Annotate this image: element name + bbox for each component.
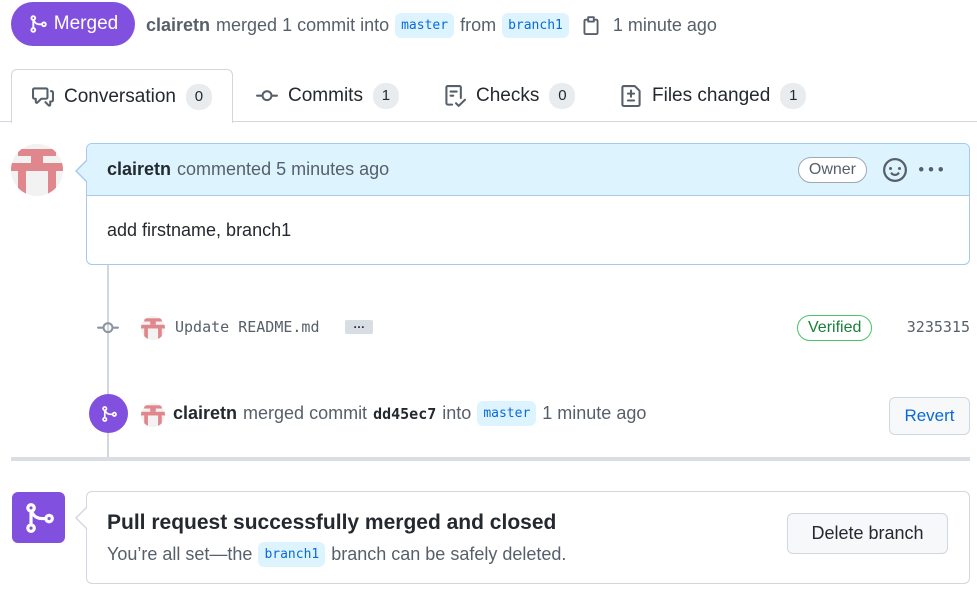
commit-sha-link[interactable]: 3235315	[907, 318, 970, 336]
identicon-avatar	[11, 144, 63, 196]
merge-author-avatar[interactable]	[141, 403, 165, 427]
merged-pointer-fill	[77, 508, 87, 528]
merge-text-1: merged commit	[243, 403, 368, 423]
base-branch-ref[interactable]: master	[395, 12, 455, 38]
state-label: Merged	[53, 13, 119, 34]
merge-event-row: clairetn merged commit dd45ec7 into mast…	[89, 393, 970, 435]
merge-event-time[interactable]: 1 minute ago	[542, 403, 646, 424]
merge-text-2: into	[442, 403, 472, 423]
pr-author-link[interactable]: clairetn	[146, 15, 210, 36]
merged-title: Pull request successfully merged and clo…	[107, 511, 557, 534]
tab-commits-counter: 1	[372, 82, 399, 109]
comment-card: clairetn commented 5 minutes ago Owner a…	[86, 143, 970, 265]
commit-message-link[interactable]: Update README.md	[175, 318, 320, 336]
identicon-avatar	[141, 316, 165, 340]
identicon-avatar	[141, 403, 165, 427]
merge-commit-sha-link[interactable]: dd45ec7	[373, 405, 436, 423]
smiley-icon[interactable]	[883, 158, 907, 182]
checklist-icon	[445, 84, 466, 107]
from-text: from	[460, 14, 497, 35]
merged-time: 1 minute ago	[612, 14, 717, 35]
tab-files-changed-counter: 1	[780, 82, 807, 109]
comment-discussion-icon	[32, 86, 54, 107]
merged-status-card: Pull request successfully merged and clo…	[86, 491, 970, 584]
git-merge-icon	[25, 502, 54, 533]
tab-commits[interactable]: Commits 1	[256, 69, 399, 122]
git-merge-icon	[101, 405, 117, 422]
verified-badge[interactable]: Verified	[797, 315, 873, 341]
timeline-divider	[11, 457, 970, 461]
git-merge-icon	[30, 15, 47, 33]
tab-checks[interactable]: Checks 0	[444, 69, 576, 122]
expand-commit-button[interactable]: …	[345, 318, 373, 334]
comment-timestamp[interactable]: commented 5 minutes ago	[177, 159, 389, 180]
commit-author-avatar[interactable]	[141, 316, 165, 340]
comment-body: add firstname, branch1	[107, 220, 292, 240]
merge-author-link[interactable]: clairetn	[173, 403, 237, 424]
git-commit-icon	[97, 322, 119, 334]
head-branch-ref[interactable]: branch1	[502, 12, 569, 38]
tab-files-changed-label: Files changed	[652, 84, 771, 106]
merged-sub-after: branch can be safely deleted.	[331, 544, 567, 564]
merged-status-icon	[12, 492, 65, 543]
merged-subtitle: You’re all set—the branch1 branch can be…	[107, 542, 566, 567]
pr-tabs: Conversation 0 Commits 1 Checks 0 Files …	[0, 69, 977, 123]
comment-pointer-fill	[77, 161, 87, 181]
tab-conversation-counter: 0	[185, 83, 212, 110]
tab-checks-counter: 0	[549, 82, 576, 109]
tab-checks-label: Checks	[476, 84, 540, 106]
merge-event-badge	[89, 394, 128, 433]
file-diff-icon	[621, 84, 641, 107]
comment-header: clairetn commented 5 minutes ago Owner	[87, 144, 969, 196]
tab-commits-label: Commits	[288, 84, 363, 106]
git-commit-icon	[256, 89, 278, 101]
revert-button[interactable]: Revert	[889, 397, 970, 435]
merge-base-branch-ref[interactable]: master	[477, 401, 537, 426]
merged-sub-before: You’re all set—the	[107, 544, 253, 564]
merge-event-text: clairetn merged commit dd45ec7 into mast…	[173, 401, 646, 426]
tab-conversation[interactable]: Conversation 0	[11, 69, 233, 123]
delete-branch-button[interactable]: Delete branch	[787, 513, 948, 554]
comment-author-link[interactable]: clairetn	[107, 159, 171, 180]
merged-state-badge: Merged	[11, 2, 135, 46]
merged-text: merged 1 commit into	[216, 14, 390, 35]
avatar[interactable]	[11, 144, 63, 196]
tab-files-changed[interactable]: Files changed 1	[620, 69, 807, 122]
tab-conversation-label: Conversation	[64, 85, 176, 107]
pr-summary: clairetn merged 1 commit into master fro…	[146, 12, 717, 38]
commit-row: Update README.md … Verified 3235315	[96, 313, 970, 343]
copy-icon[interactable]	[581, 15, 601, 35]
kebab-horizontal-icon[interactable]	[919, 158, 943, 182]
deletable-branch-ref[interactable]: branch1	[258, 542, 326, 567]
owner-label: Owner	[797, 157, 867, 183]
